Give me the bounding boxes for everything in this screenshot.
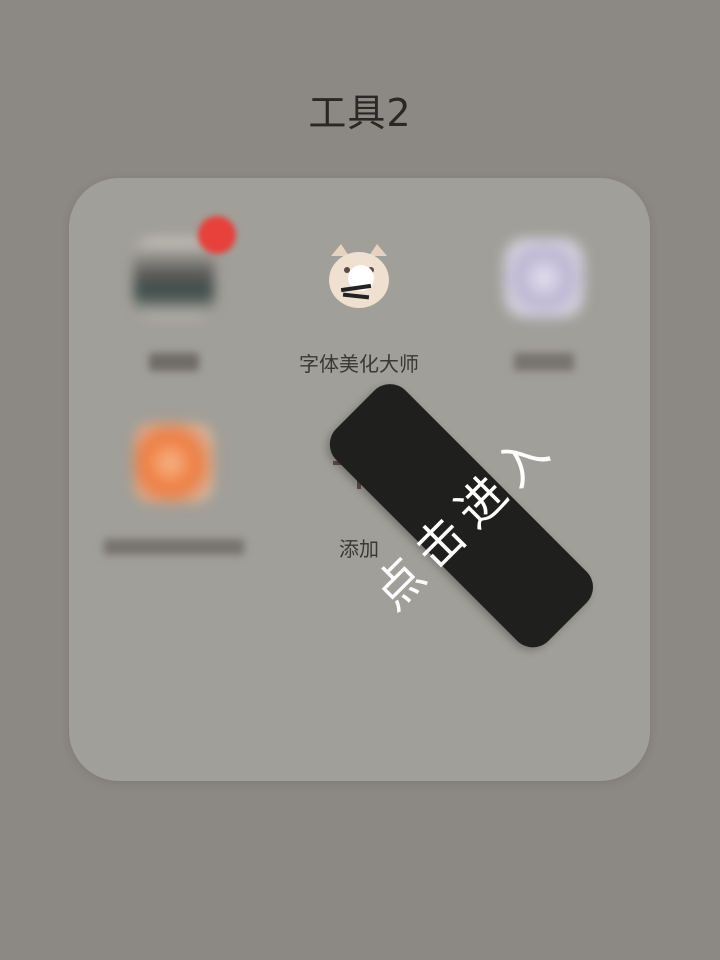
app-blurred-3[interactable] [94, 423, 254, 593]
app-label [94, 348, 254, 372]
app-font-beautify[interactable]: 字体美化大师 [279, 238, 439, 408]
launcher-screen: 工具2 字体美化大师 添加 点击进入 [0, 0, 720, 960]
app-blurred-2[interactable] [464, 238, 624, 408]
blurred-app-icon [134, 423, 214, 503]
app-blurred-1[interactable] [94, 216, 254, 408]
cat-face-icon [319, 238, 399, 318]
app-label [464, 348, 624, 372]
folder-title: 工具2 [308, 91, 412, 135]
app-label [94, 533, 254, 557]
blurred-app-icon [504, 238, 584, 318]
notification-badge-icon [198, 216, 236, 254]
blurred-app-icon [134, 238, 214, 318]
app-label: 字体美化大师 [299, 352, 419, 376]
